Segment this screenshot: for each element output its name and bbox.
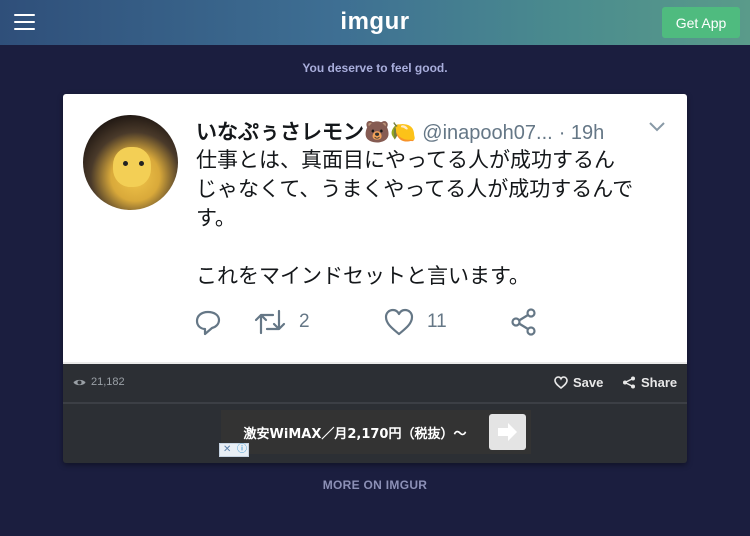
view-count: 21,182 xyxy=(73,376,125,388)
tweet-text-line: 仕事とは、真面目にやってる人が成功するん xyxy=(196,148,615,172)
more-on-imgur-heading: MORE ON IMGUR xyxy=(322,478,428,492)
tagline: You deserve to feel good. xyxy=(302,61,448,75)
reply-icon xyxy=(195,310,221,336)
tweet-text-line: す。 xyxy=(196,206,236,230)
chevron-down-icon xyxy=(649,122,665,132)
save-button[interactable]: Save xyxy=(554,375,603,390)
share-button[interactable]: Share xyxy=(622,375,677,390)
like-count: 11 xyxy=(427,311,447,332)
eye-icon xyxy=(73,379,86,385)
arrow-right-icon[interactable] xyxy=(489,414,526,450)
ad-text: 激安WiMAX／月2,170円（税抜）〜 xyxy=(243,427,467,442)
post-card: いなぷぅさレモン🐻🍋 @inapooh07... · 19h 仕事とは、真面目にやっ… xyxy=(63,94,687,463)
heart-icon xyxy=(384,308,414,336)
ad-banner[interactable]: 激安WiMAX／月2,170円（税抜）〜 xyxy=(221,410,531,454)
get-app-button[interactable]: Get App xyxy=(662,7,740,38)
tweet-text-line: これをマインドセットと言います。 xyxy=(196,264,530,288)
imgur-logo[interactable]: imgur xyxy=(0,8,750,36)
divider xyxy=(63,402,687,404)
retweet-action: 2 xyxy=(253,302,310,342)
tweet-header: いなぷぅさレモン🐻🍋 @inapooh07... · 19h xyxy=(196,116,666,146)
share-icon xyxy=(511,308,536,336)
share-action xyxy=(509,302,539,342)
retweet-icon xyxy=(254,309,286,335)
tweet-handle: @inapooh07... xyxy=(422,122,553,144)
share-icon xyxy=(623,376,635,389)
tweet-text-line: じゃなくて、うまくやってる人が成功するんで xyxy=(196,177,634,201)
save-label: Save xyxy=(573,375,604,390)
tweet-time: · 19h xyxy=(558,122,605,144)
share-label: Share xyxy=(641,375,678,390)
heart-icon xyxy=(554,376,568,389)
tweet-image[interactable]: いなぷぅさレモン🐻🍋 @inapooh07... · 19h 仕事とは、真面目にやっ… xyxy=(63,94,687,364)
tweet-display-name: いなぷぅさレモン🐻🍋 xyxy=(196,120,417,144)
view-count-value: 21,182 xyxy=(91,376,125,388)
tweet-text: 仕事とは、真面目にやってる人が成功するん じゃなくて、うまくやってる人が成功する… xyxy=(196,146,666,291)
like-action: 11 xyxy=(383,302,447,342)
reply-action xyxy=(193,302,223,342)
ad-choices-icon[interactable]: ✕ ⓘ xyxy=(219,443,249,457)
top-bar: imgur Get App xyxy=(0,0,750,45)
tweet-actions: 2 11 xyxy=(193,302,623,342)
retweet-count: 2 xyxy=(299,311,310,332)
avatar xyxy=(83,115,178,210)
post-meta-bar: 21,182 Save Share xyxy=(63,364,687,402)
